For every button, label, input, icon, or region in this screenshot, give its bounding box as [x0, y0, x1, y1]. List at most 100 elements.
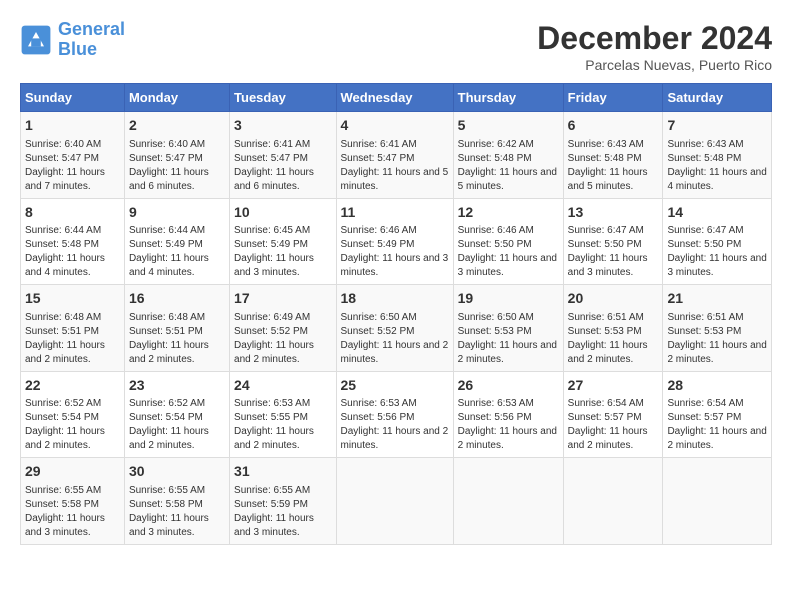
day-number: 20	[568, 289, 659, 309]
day-info: Sunrise: 6:54 AMSunset: 5:57 PMDaylight:…	[568, 397, 659, 453]
logo-icon	[20, 24, 52, 56]
day-number: 29	[25, 462, 120, 482]
calendar-cell: 14 Sunrise: 6:47 AMSunset: 5:50 PMDaylig…	[663, 198, 772, 285]
day-number: 9	[129, 203, 225, 223]
day-number: 11	[341, 203, 449, 223]
header-day-friday: Friday	[563, 84, 663, 112]
day-info: Sunrise: 6:43 AMSunset: 5:48 PMDaylight:…	[568, 138, 659, 194]
header: General Blue December 2024 Parcelas Nuev…	[20, 20, 772, 73]
day-info: Sunrise: 6:53 AMSunset: 5:56 PMDaylight:…	[341, 397, 449, 453]
header-day-wednesday: Wednesday	[336, 84, 453, 112]
calendar-cell: 25 Sunrise: 6:53 AMSunset: 5:56 PMDaylig…	[336, 371, 453, 458]
day-info: Sunrise: 6:51 AMSunset: 5:53 PMDaylight:…	[568, 311, 659, 367]
day-info: Sunrise: 6:55 AMSunset: 5:58 PMDaylight:…	[129, 484, 225, 540]
day-number: 3	[234, 116, 331, 136]
day-info: Sunrise: 6:41 AMSunset: 5:47 PMDaylight:…	[234, 138, 331, 194]
day-info: Sunrise: 6:55 AMSunset: 5:59 PMDaylight:…	[234, 484, 331, 540]
calendar-table: SundayMondayTuesdayWednesdayThursdayFrid…	[20, 83, 772, 545]
day-info: Sunrise: 6:43 AMSunset: 5:48 PMDaylight:…	[667, 138, 767, 194]
day-info: Sunrise: 6:44 AMSunset: 5:49 PMDaylight:…	[129, 224, 225, 280]
day-number: 28	[667, 376, 767, 396]
calendar-cell: 28 Sunrise: 6:54 AMSunset: 5:57 PMDaylig…	[663, 371, 772, 458]
day-info: Sunrise: 6:40 AMSunset: 5:47 PMDaylight:…	[25, 138, 120, 194]
day-info: Sunrise: 6:42 AMSunset: 5:48 PMDaylight:…	[458, 138, 559, 194]
day-info: Sunrise: 6:53 AMSunset: 5:55 PMDaylight:…	[234, 397, 331, 453]
day-number: 15	[25, 289, 120, 309]
calendar-cell: 23 Sunrise: 6:52 AMSunset: 5:54 PMDaylig…	[124, 371, 229, 458]
day-info: Sunrise: 6:52 AMSunset: 5:54 PMDaylight:…	[25, 397, 120, 453]
calendar-cell: 24 Sunrise: 6:53 AMSunset: 5:55 PMDaylig…	[230, 371, 336, 458]
calendar-cell: 31 Sunrise: 6:55 AMSunset: 5:59 PMDaylig…	[230, 458, 336, 545]
day-number: 8	[25, 203, 120, 223]
day-info: Sunrise: 6:45 AMSunset: 5:49 PMDaylight:…	[234, 224, 331, 280]
calendar-cell: 26 Sunrise: 6:53 AMSunset: 5:56 PMDaylig…	[453, 371, 563, 458]
calendar-week-3: 15 Sunrise: 6:48 AMSunset: 5:51 PMDaylig…	[21, 285, 772, 372]
calendar-week-1: 1 Sunrise: 6:40 AMSunset: 5:47 PMDayligh…	[21, 112, 772, 199]
calendar-week-5: 29 Sunrise: 6:55 AMSunset: 5:58 PMDaylig…	[21, 458, 772, 545]
header-day-monday: Monday	[124, 84, 229, 112]
day-number: 18	[341, 289, 449, 309]
calendar-week-2: 8 Sunrise: 6:44 AMSunset: 5:48 PMDayligh…	[21, 198, 772, 285]
day-number: 23	[129, 376, 225, 396]
calendar-cell: 27 Sunrise: 6:54 AMSunset: 5:57 PMDaylig…	[563, 371, 663, 458]
day-number: 13	[568, 203, 659, 223]
day-info: Sunrise: 6:41 AMSunset: 5:47 PMDaylight:…	[341, 138, 449, 194]
day-info: Sunrise: 6:53 AMSunset: 5:56 PMDaylight:…	[458, 397, 559, 453]
calendar-cell: 3 Sunrise: 6:41 AMSunset: 5:47 PMDayligh…	[230, 112, 336, 199]
month-title: December 2024	[537, 20, 772, 57]
day-number: 24	[234, 376, 331, 396]
day-number: 6	[568, 116, 659, 136]
logo: General Blue	[20, 20, 125, 60]
calendar-cell: 19 Sunrise: 6:50 AMSunset: 5:53 PMDaylig…	[453, 285, 563, 372]
day-number: 14	[667, 203, 767, 223]
title-section: December 2024 Parcelas Nuevas, Puerto Ri…	[537, 20, 772, 73]
header-day-thursday: Thursday	[453, 84, 563, 112]
calendar-cell: 22 Sunrise: 6:52 AMSunset: 5:54 PMDaylig…	[21, 371, 125, 458]
day-number: 16	[129, 289, 225, 309]
logo-line2: Blue	[58, 39, 97, 59]
day-number: 7	[667, 116, 767, 136]
calendar-cell	[453, 458, 563, 545]
day-number: 4	[341, 116, 449, 136]
header-day-tuesday: Tuesday	[230, 84, 336, 112]
calendar-cell: 15 Sunrise: 6:48 AMSunset: 5:51 PMDaylig…	[21, 285, 125, 372]
day-info: Sunrise: 6:54 AMSunset: 5:57 PMDaylight:…	[667, 397, 767, 453]
day-number: 5	[458, 116, 559, 136]
calendar-cell: 2 Sunrise: 6:40 AMSunset: 5:47 PMDayligh…	[124, 112, 229, 199]
day-number: 26	[458, 376, 559, 396]
calendar-cell: 30 Sunrise: 6:55 AMSunset: 5:58 PMDaylig…	[124, 458, 229, 545]
calendar-cell	[563, 458, 663, 545]
calendar-cell: 29 Sunrise: 6:55 AMSunset: 5:58 PMDaylig…	[21, 458, 125, 545]
calendar-header-row: SundayMondayTuesdayWednesdayThursdayFrid…	[21, 84, 772, 112]
calendar-cell: 11 Sunrise: 6:46 AMSunset: 5:49 PMDaylig…	[336, 198, 453, 285]
day-number: 27	[568, 376, 659, 396]
day-info: Sunrise: 6:40 AMSunset: 5:47 PMDaylight:…	[129, 138, 225, 194]
day-number: 25	[341, 376, 449, 396]
calendar-cell: 16 Sunrise: 6:48 AMSunset: 5:51 PMDaylig…	[124, 285, 229, 372]
calendar-cell: 18 Sunrise: 6:50 AMSunset: 5:52 PMDaylig…	[336, 285, 453, 372]
calendar-cell: 6 Sunrise: 6:43 AMSunset: 5:48 PMDayligh…	[563, 112, 663, 199]
calendar-cell: 4 Sunrise: 6:41 AMSunset: 5:47 PMDayligh…	[336, 112, 453, 199]
calendar-cell	[336, 458, 453, 545]
day-info: Sunrise: 6:46 AMSunset: 5:50 PMDaylight:…	[458, 224, 559, 280]
day-info: Sunrise: 6:55 AMSunset: 5:58 PMDaylight:…	[25, 484, 120, 540]
logo-line1: General	[58, 19, 125, 39]
day-number: 19	[458, 289, 559, 309]
day-number: 22	[25, 376, 120, 396]
day-number: 30	[129, 462, 225, 482]
day-info: Sunrise: 6:48 AMSunset: 5:51 PMDaylight:…	[25, 311, 120, 367]
calendar-cell: 1 Sunrise: 6:40 AMSunset: 5:47 PMDayligh…	[21, 112, 125, 199]
header-day-sunday: Sunday	[21, 84, 125, 112]
day-info: Sunrise: 6:44 AMSunset: 5:48 PMDaylight:…	[25, 224, 120, 280]
day-info: Sunrise: 6:50 AMSunset: 5:53 PMDaylight:…	[458, 311, 559, 367]
day-info: Sunrise: 6:46 AMSunset: 5:49 PMDaylight:…	[341, 224, 449, 280]
day-info: Sunrise: 6:48 AMSunset: 5:51 PMDaylight:…	[129, 311, 225, 367]
calendar-cell	[663, 458, 772, 545]
calendar-cell: 13 Sunrise: 6:47 AMSunset: 5:50 PMDaylig…	[563, 198, 663, 285]
day-info: Sunrise: 6:49 AMSunset: 5:52 PMDaylight:…	[234, 311, 331, 367]
day-info: Sunrise: 6:52 AMSunset: 5:54 PMDaylight:…	[129, 397, 225, 453]
day-number: 21	[667, 289, 767, 309]
day-number: 12	[458, 203, 559, 223]
calendar-cell: 17 Sunrise: 6:49 AMSunset: 5:52 PMDaylig…	[230, 285, 336, 372]
calendar-cell: 9 Sunrise: 6:44 AMSunset: 5:49 PMDayligh…	[124, 198, 229, 285]
